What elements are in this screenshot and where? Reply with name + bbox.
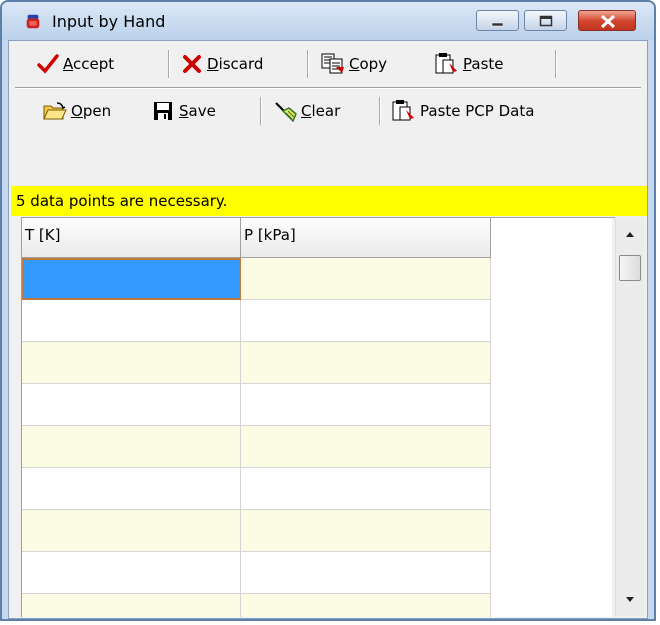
maximize-button[interactable] xyxy=(524,10,567,31)
folder-open-icon xyxy=(43,102,67,120)
clear-button[interactable]: Clear xyxy=(273,98,340,124)
temperature-cell[interactable] xyxy=(22,342,241,384)
copy-button[interactable]: Copy xyxy=(321,51,387,77)
data-grid[interactable]: T [K] P [kPa] xyxy=(21,217,624,617)
discard-label: Discard xyxy=(207,55,264,73)
toolbar-separator xyxy=(379,97,381,125)
grid-header: T [K] P [kPa] xyxy=(22,218,504,258)
accept-button[interactable]: Accept xyxy=(37,51,114,77)
column-header-temperature[interactable]: T [K] xyxy=(22,218,241,258)
app-icon xyxy=(26,14,40,29)
temperature-cell[interactable] xyxy=(22,594,241,617)
clear-label: Clear xyxy=(301,102,341,120)
window-title: Input by Hand xyxy=(52,12,166,31)
paste-button[interactable]: Paste xyxy=(435,51,504,77)
pressure-cell[interactable] xyxy=(241,384,491,426)
discard-button[interactable]: Discard xyxy=(181,51,263,77)
temperature-header-label: T [K] xyxy=(25,226,61,244)
table-row xyxy=(22,426,492,468)
toolbar-separator xyxy=(555,50,557,78)
minimize-button[interactable] xyxy=(476,10,519,31)
vertical-scrollbar-track[interactable] xyxy=(615,217,644,616)
temperature-cell[interactable] xyxy=(22,384,241,426)
save-label: Save xyxy=(179,102,216,120)
temperature-cell[interactable] xyxy=(22,510,241,552)
maximize-icon xyxy=(539,15,553,27)
copy-label: Copy xyxy=(349,55,388,73)
floppy-disk-icon xyxy=(154,102,172,120)
pressure-cell[interactable] xyxy=(241,342,491,384)
paste-label: Paste xyxy=(463,55,504,73)
temperature-cell[interactable] xyxy=(22,468,241,510)
broom-icon xyxy=(275,102,297,122)
paste-icon xyxy=(392,100,414,121)
open-button[interactable]: Open xyxy=(43,98,111,124)
client-area: Accept Discard Copy Paste Open Save Clea… xyxy=(8,40,648,619)
pressure-cell[interactable] xyxy=(241,510,491,552)
info-bar: 5 data points are necessary. xyxy=(11,186,647,216)
table-row xyxy=(22,594,492,617)
open-label: Open xyxy=(71,102,112,120)
table-row xyxy=(22,384,492,426)
temperature-cell[interactable] xyxy=(22,426,241,468)
table-row xyxy=(22,510,492,552)
info-message: 5 data points are necessary. xyxy=(16,192,228,210)
checkmark-icon xyxy=(37,54,59,74)
toolbar-divider xyxy=(15,87,641,89)
copy-icon xyxy=(321,53,344,74)
close-icon xyxy=(600,14,616,29)
pressure-cell[interactable] xyxy=(241,552,491,594)
toolbar-separator xyxy=(260,97,262,125)
scrollbar-thumb[interactable] xyxy=(619,255,641,281)
table-row xyxy=(22,300,492,342)
pressure-cell[interactable] xyxy=(241,300,491,342)
temperature-cell[interactable] xyxy=(22,258,241,300)
accept-label: Accept xyxy=(63,55,115,73)
temperature-cell[interactable] xyxy=(22,300,241,342)
pressure-cell[interactable] xyxy=(241,468,491,510)
minimize-icon xyxy=(491,22,504,27)
file-toolbar: Open Save Clear Paste PCP Data xyxy=(9,90,647,130)
pressure-cell[interactable] xyxy=(241,594,491,617)
scroll-down-arrow-icon[interactable] xyxy=(616,587,644,611)
paste-pcp-data-label: Paste PCP Data xyxy=(420,102,535,120)
table-row xyxy=(22,258,492,300)
x-icon xyxy=(183,55,201,73)
save-button[interactable]: Save xyxy=(153,98,216,124)
paste-pcp-data-button[interactable]: Paste PCP Data xyxy=(392,98,534,124)
pressure-cell[interactable] xyxy=(241,426,491,468)
pressure-cell[interactable] xyxy=(241,258,491,300)
toolbar-separator xyxy=(168,50,170,78)
pressure-header-label: P [kPa] xyxy=(244,226,296,244)
close-button[interactable] xyxy=(578,10,636,31)
column-header-pressure[interactable]: P [kPa] xyxy=(241,218,491,258)
edit-toolbar: Accept Discard Copy Paste xyxy=(9,43,647,83)
paste-icon xyxy=(435,53,457,74)
table-row xyxy=(22,468,492,510)
table-row xyxy=(22,552,492,594)
grid-body xyxy=(22,258,492,617)
toolbar-separator xyxy=(307,50,309,78)
input-by-hand-window: Input by Hand Accept Discard Copy Paste … xyxy=(0,0,656,621)
temperature-cell[interactable] xyxy=(22,552,241,594)
scroll-up-arrow-icon[interactable] xyxy=(616,223,644,247)
title-bar[interactable]: Input by Hand xyxy=(2,2,654,40)
table-row xyxy=(22,342,492,384)
